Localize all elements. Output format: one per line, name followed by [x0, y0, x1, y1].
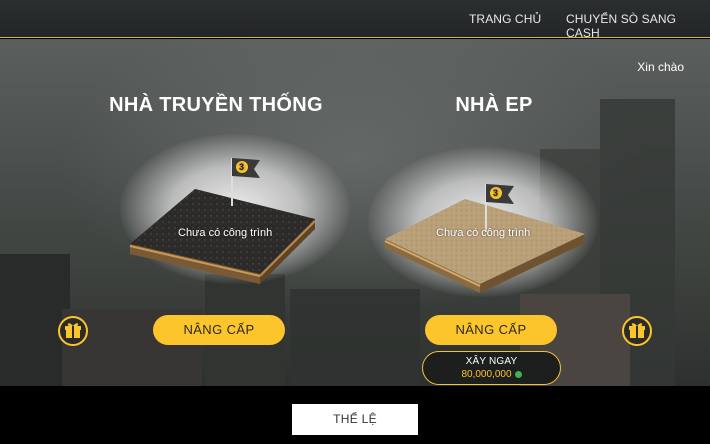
gift-icon [629, 323, 645, 338]
flag-icon [231, 158, 260, 206]
gift-button-left[interactable] [58, 316, 88, 346]
upgrade-button-traditional[interactable]: NÂNG CẤP [153, 315, 285, 345]
build-now-label: XÂY NGAY [465, 356, 518, 367]
build-now-button[interactable]: XÂY NGAY 80,000,000 [422, 351, 561, 385]
top-navigation-bar: TRANG CHỦ CHUYỂN SÒ SANG CASH [0, 0, 710, 40]
nav-convert-cash-link[interactable]: CHUYỂN SÒ SANG CASH [566, 12, 710, 40]
house-ep-title: NHÀ EP [455, 94, 533, 116]
house-traditional-title: NHÀ TRUYỀN THỐNG [109, 94, 323, 116]
plot-ep-status: Chưa có công trình [436, 227, 531, 239]
flag-number: 3 [493, 188, 499, 198]
build-price-value: 80,000,000 [461, 369, 512, 380]
bottom-bar: THỂ LỆ [0, 386, 710, 444]
build-price: 80,000,000 [423, 369, 560, 380]
gift-icon [65, 323, 81, 338]
greeting-text: Xin chào [637, 60, 684, 74]
rules-button[interactable]: THỂ LỆ [292, 404, 418, 435]
background-building [290, 289, 420, 386]
gift-button-right[interactable] [622, 316, 652, 346]
plot-traditional-status: Chưa có công trình [178, 227, 273, 239]
upgrade-button-ep[interactable]: NÂNG CẤP [425, 315, 557, 345]
nav-home-link[interactable]: TRANG CHỦ [469, 12, 541, 26]
game-scene: Xin chào NHÀ TRUYỀN THỐNG NHÀ EP Chưa có… [0, 39, 710, 386]
coin-icon [514, 371, 522, 378]
flag-number: 3 [239, 162, 245, 172]
